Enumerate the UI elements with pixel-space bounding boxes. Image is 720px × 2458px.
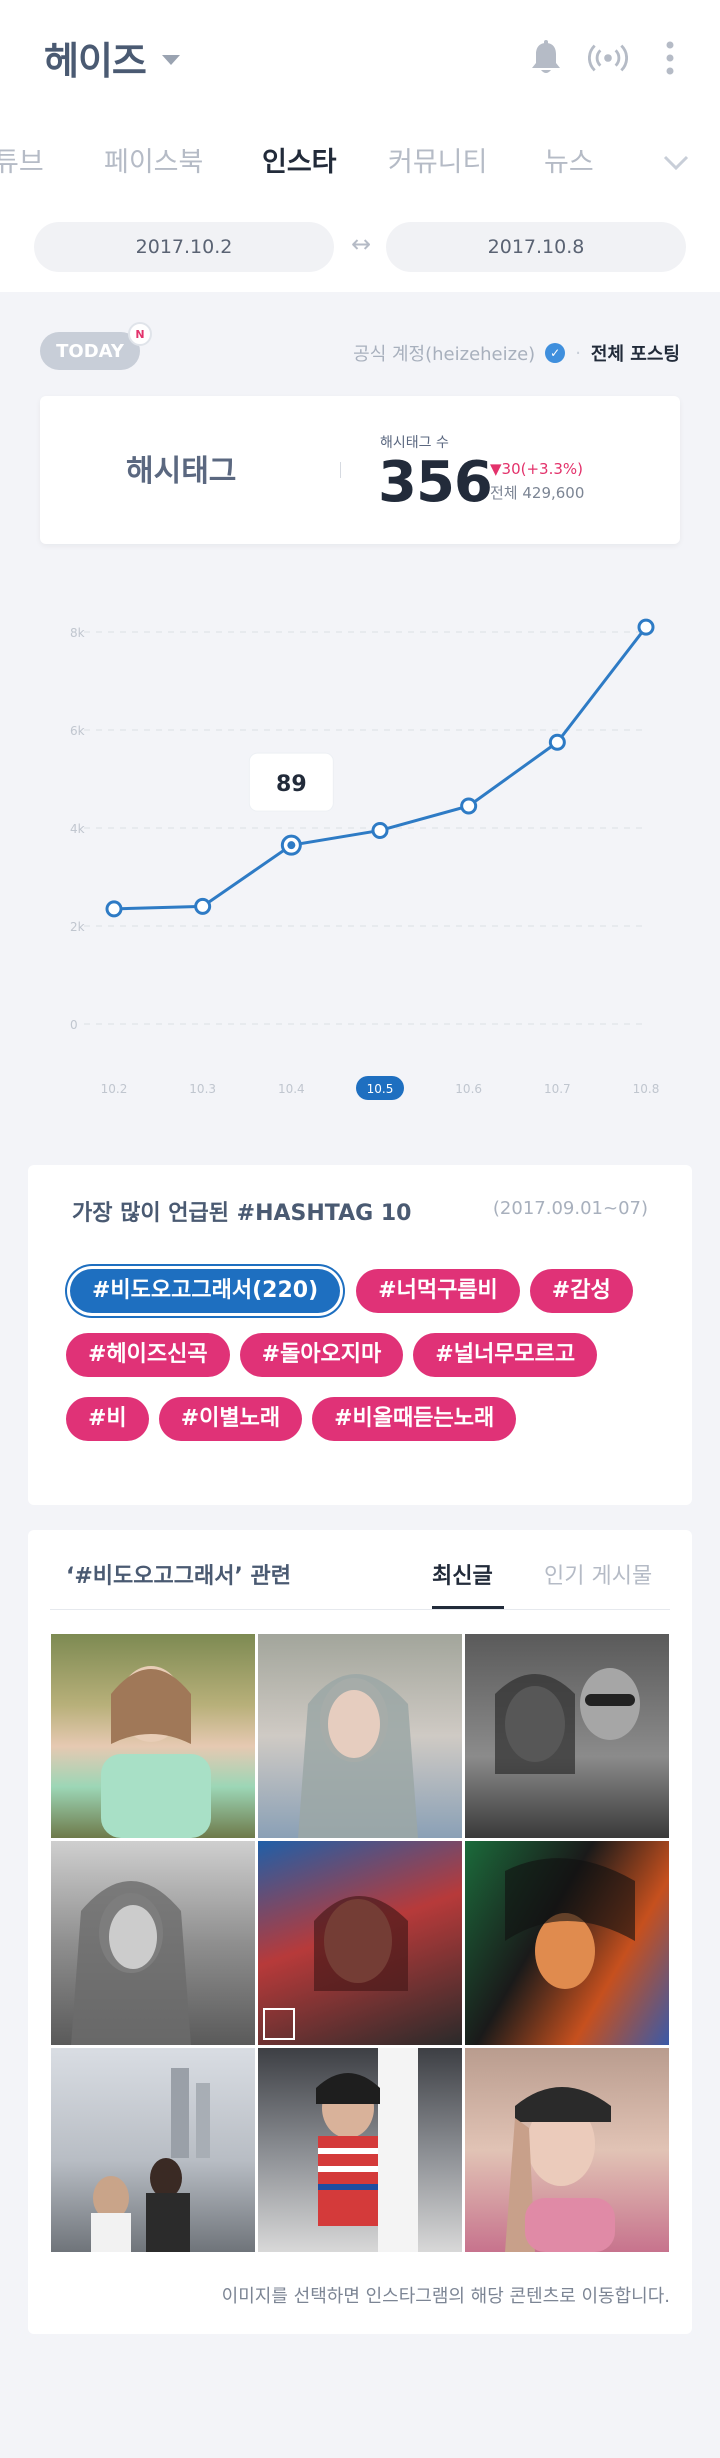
bell-icon[interactable] — [526, 38, 566, 78]
data-point — [371, 821, 389, 839]
tab-instagram[interactable]: 인스타 — [262, 140, 337, 179]
data-point — [548, 733, 566, 751]
date-range: 2017.10.2 ↔ 2017.10.8 — [34, 222, 686, 272]
instagram-photo[interactable] — [465, 1841, 669, 2045]
x-tick-label: 10.7 — [544, 1082, 571, 1096]
related-posts-title: ‘#비도오고그래서’ 관련 — [66, 1564, 291, 1589]
stat-divider — [340, 462, 341, 478]
instagram-photo[interactable] — [465, 2048, 669, 2252]
instagram-photo[interactable] — [258, 1841, 462, 2045]
today-row: TODAY N 공식 계정(heizeheize) ✓ · 전체 포스팅 — [40, 322, 680, 370]
y-tick-label: 8k — [70, 626, 85, 640]
hashtag-chip[interactable]: #감성 — [529, 1269, 633, 1313]
hashtag-date-range: (2017.09.01~07) — [492, 1198, 648, 1219]
stat-total: 전체 429,600 — [490, 484, 585, 502]
separator-dot: · — [575, 342, 581, 364]
y-tick-label: 4k — [70, 822, 85, 836]
data-point — [194, 897, 212, 915]
artist-selector[interactable]: 헤이즈 — [44, 30, 180, 85]
stat-change: ▼30(+3.3%) — [490, 460, 584, 478]
x-tick-label: 10.3 — [189, 1082, 216, 1096]
top-header: 헤이즈 튜브 페이스북 인스타 커뮤니티 뉴스 2017.10.2 ↔ 2017… — [0, 0, 720, 292]
x-tick-label: 10.2 — [101, 1082, 128, 1096]
hashtag-chip[interactable]: #비올때듣는노래 — [312, 1397, 517, 1441]
y-tick-label: 0 — [70, 1018, 78, 1032]
stat-value: 356 — [378, 450, 493, 515]
divider — [50, 1609, 670, 1610]
official-account-row: 공식 계정(heizeheize) ✓ · 전체 포스팅 — [353, 340, 680, 366]
hashtag-chip[interactable]: #널너무모르고 — [413, 1333, 598, 1377]
x-tick-label: 10.8 — [633, 1082, 660, 1096]
instagram-photo-grid — [51, 1634, 669, 2252]
tab-community[interactable]: 커뮤니티 — [388, 140, 487, 179]
hashtag-chip[interactable]: #헤이즈신곡 — [66, 1333, 230, 1377]
page-title: 헤이즈 — [44, 39, 147, 83]
broadcast-icon[interactable] — [588, 38, 628, 78]
stat-label: 해시태그 — [126, 454, 237, 489]
stat-sub-label: 해시태그 수 — [380, 435, 449, 451]
data-point — [105, 900, 123, 918]
all-posting-link[interactable]: 전체 포스팅 — [591, 340, 680, 366]
hashtag-chip-selected[interactable]: #비도오고그래서(220) — [70, 1269, 341, 1313]
data-point — [460, 797, 478, 815]
range-arrow-icon: ↔ — [350, 230, 372, 258]
end-date-field[interactable]: 2017.10.8 — [386, 222, 686, 272]
hashtag-section-title: 가장 많이 언급된 #HASHTAG 10 — [72, 1201, 412, 1226]
data-point — [637, 618, 655, 636]
hashtag-trend-chart: 0 2k 4k 6k 8k 89 10.2 10.3 10.4 10.5 10.6 10.7 10.8 — [0, 600, 720, 1110]
hashtag-chip[interactable]: #이별노래 — [158, 1397, 303, 1441]
tab-facebook[interactable]: 페이스북 — [104, 140, 203, 179]
x-tick-label: 10.6 — [455, 1082, 482, 1096]
tab-latest[interactable]: 최신글 — [432, 1558, 493, 1590]
x-tick-label-selected: 10.5 — [367, 1082, 394, 1096]
hashtag-top10-card: 가장 많이 언급된 #HASHTAG 10 (2017.09.01~07) #비… — [28, 1165, 692, 1505]
hashtag-chip[interactable]: #돌아오지마 — [239, 1333, 404, 1377]
today-badge: TODAY — [40, 332, 140, 370]
chart-tooltip-value: 89 — [276, 772, 307, 797]
instagram-photo[interactable] — [51, 2048, 255, 2252]
related-posts-card: ‘#비도오고그래서’ 관련 최신글 인기 게시물 이미지를 선택하면 인스타그램… — [28, 1530, 692, 2334]
series-line — [113, 626, 648, 911]
tab-popular[interactable]: 인기 게시물 — [544, 1558, 652, 1590]
hashtag-chip[interactable]: #비 — [66, 1397, 149, 1441]
data-point-center — [287, 841, 296, 850]
instagram-photo[interactable] — [51, 1634, 255, 1838]
more-vert-icon[interactable] — [650, 38, 690, 78]
active-tab-indicator — [432, 1606, 504, 1609]
hashtag-chip[interactable]: #너먹구름비 — [356, 1269, 520, 1313]
header-actions — [504, 38, 690, 78]
chevron-down-icon[interactable] — [662, 154, 690, 176]
chart-svg: 0 2k 4k 6k 8k 89 10.2 10.3 10.4 10.5 10.6 10.7 10.8 — [70, 618, 660, 1100]
instagram-photo[interactable] — [465, 1634, 669, 1838]
tab-news[interactable]: 뉴스 — [544, 140, 594, 179]
start-date-field[interactable]: 2017.10.2 — [34, 222, 334, 272]
y-tick-label: 2k — [70, 920, 85, 934]
x-tick-label: 10.4 — [278, 1082, 305, 1096]
instagram-photo[interactable] — [51, 1841, 255, 2045]
instagram-photo[interactable] — [258, 2048, 462, 2252]
grid-footnote: 이미지를 선택하면 인스타그램의 해당 콘텐츠로 이동합니다. — [221, 2286, 670, 2307]
caret-down-icon — [161, 54, 180, 65]
hashtag-list: #비도오고그래서(220) #너먹구름비 #감성 #헤이즈신곡 #돌아오지마 #널너무모르… — [66, 1269, 666, 1461]
hashtag-stat-card: 해시태그 해시태그 수 356 ▼30(+3.3%) 전체 429,600 — [40, 396, 680, 544]
y-tick-label: 6k — [70, 724, 85, 738]
channel-tabs: 튜브 페이스북 인스타 커뮤니티 뉴스 — [0, 140, 720, 184]
tab-youtube[interactable]: 튜브 — [0, 140, 44, 179]
new-badge: N — [128, 322, 152, 346]
official-account-link[interactable]: 공식 계정(heizeheize) — [353, 340, 535, 366]
instagram-photo[interactable] — [258, 1634, 462, 1838]
verified-icon: ✓ — [545, 343, 566, 363]
